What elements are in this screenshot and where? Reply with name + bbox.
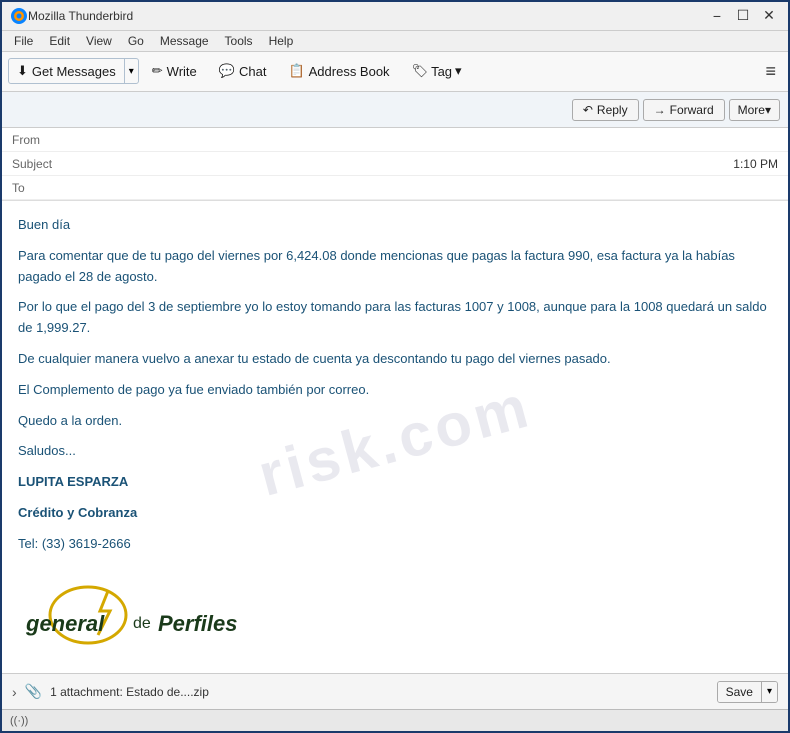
svg-text:general: general <box>25 611 105 636</box>
forward-icon: → <box>654 103 666 117</box>
attachment-expand-button[interactable]: › <box>12 684 17 700</box>
get-messages-split: ⬇ Get Messages ▾ <box>8 58 139 84</box>
tel-value: (33) 3619-2666 <box>42 536 131 551</box>
statusbar: ((·)) <box>2 709 788 731</box>
svg-text:de: de <box>133 615 151 632</box>
write-icon: ✏ <box>152 63 163 79</box>
reply-icon: ↶ <box>583 103 593 117</box>
email-action-toolbar: ↶ Reply → Forward More ▾ <box>2 92 788 128</box>
email-para2: Por lo que el pago del 3 de septiembre y… <box>18 297 772 339</box>
address-book-button[interactable]: 📋 Address Book <box>279 58 398 84</box>
menubar: File Edit View Go Message Tools Help <box>2 31 788 52</box>
tag-label: Tag <box>431 64 452 79</box>
tag-icon: 🏷 <box>412 63 429 79</box>
get-messages-icon: ⬇ <box>17 63 28 79</box>
email-para5: Quedo a la orden. <box>18 411 772 432</box>
more-button[interactable]: More ▾ <box>729 99 780 121</box>
email-sender-tel: Tel: (33) 3619-2666 <box>18 534 772 555</box>
email-time: 1:10 PM <box>733 157 778 171</box>
email-body: risk.com Buen día Para comentar que de t… <box>2 201 788 673</box>
forward-button[interactable]: → Forward <box>643 99 725 121</box>
more-down-icon: ▾ <box>765 103 771 117</box>
save-dropdown-button[interactable]: ▾ <box>761 682 777 702</box>
subject-label: Subject <box>12 157 67 171</box>
forward-label: Forward <box>670 103 714 117</box>
email-scroll-area: risk.com Buen día Para comentar que de t… <box>2 201 788 673</box>
get-messages-button[interactable]: ⬇ Get Messages <box>9 59 124 83</box>
email-para3: De cualquier manera vuelvo a anexar tu e… <box>18 349 772 370</box>
tel-label: Tel: <box>18 536 42 551</box>
toolbar: ⬇ Get Messages ▾ ✏ Write 💬 Chat 📋 Addres… <box>2 52 788 92</box>
from-label: From <box>12 133 67 147</box>
maximize-button[interactable]: ☐ <box>732 5 754 27</box>
company-logo-area: general de Perfiles <box>18 565 772 668</box>
subject-field: Subject 1:10 PM <box>2 152 788 176</box>
menu-help[interactable]: Help <box>261 32 302 50</box>
get-messages-dropdown[interactable]: ▾ <box>124 59 138 83</box>
to-field: To <box>2 176 788 200</box>
email-greeting: Buen día <box>18 215 772 236</box>
menu-file[interactable]: File <box>6 32 41 50</box>
email-header: From Subject 1:10 PM To <box>2 128 788 201</box>
from-field: From <box>2 128 788 152</box>
write-label: Write <box>167 64 197 79</box>
get-messages-label: Get Messages <box>32 64 116 79</box>
signal-icon: ((·)) <box>10 715 28 727</box>
email-para4: El Complemento de pago ya fue enviado ta… <box>18 380 772 401</box>
reply-button[interactable]: ↶ Reply <box>572 99 639 121</box>
menu-go[interactable]: Go <box>120 32 152 50</box>
svg-text:Perfiles: Perfiles <box>158 611 238 636</box>
company-logo: general de Perfiles <box>18 573 238 653</box>
titlebar: Mozilla Thunderbird − ☐ ✕ <box>2 2 788 31</box>
menu-message[interactable]: Message <box>152 32 217 50</box>
reply-label: Reply <box>597 103 628 117</box>
email-sender-name: LUPITA ESPARZA <box>18 472 772 493</box>
save-button[interactable]: Save <box>718 682 761 702</box>
menu-view[interactable]: View <box>78 32 120 50</box>
email-para6: Saludos... <box>18 441 772 462</box>
close-button[interactable]: ✕ <box>758 5 780 27</box>
hamburger-menu-button[interactable]: ≡ <box>759 57 782 86</box>
address-book-icon: 📋 <box>288 63 304 79</box>
save-split-button: Save ▾ <box>717 681 778 703</box>
window-controls: − ☐ ✕ <box>706 5 780 27</box>
menu-edit[interactable]: Edit <box>41 32 78 50</box>
address-book-label: Address Book <box>309 64 390 79</box>
menu-tools[interactable]: Tools <box>217 32 261 50</box>
tag-dropdown-icon: ▾ <box>455 63 462 79</box>
email-sender-dept: Crédito y Cobranza <box>18 503 772 524</box>
tag-button[interactable]: 🏷 Tag ▾ <box>403 58 471 84</box>
attachment-bar: › 📎 1 attachment: Estado de....zip Save … <box>2 673 788 709</box>
app-icon <box>10 7 28 25</box>
minimize-button[interactable]: − <box>706 5 728 27</box>
email-para1: Para comentar que de tu pago del viernes… <box>18 246 772 288</box>
attachment-name: 1 attachment: Estado de....zip <box>50 685 709 699</box>
chat-label: Chat <box>239 64 266 79</box>
more-label: More <box>738 103 765 117</box>
write-button[interactable]: ✏ Write <box>143 58 206 84</box>
chat-icon: 💬 <box>219 63 235 79</box>
window-title: Mozilla Thunderbird <box>28 9 706 23</box>
to-label: To <box>12 181 67 195</box>
paperclip-icon: 📎 <box>25 683 42 700</box>
chat-button[interactable]: 💬 Chat <box>210 58 276 84</box>
